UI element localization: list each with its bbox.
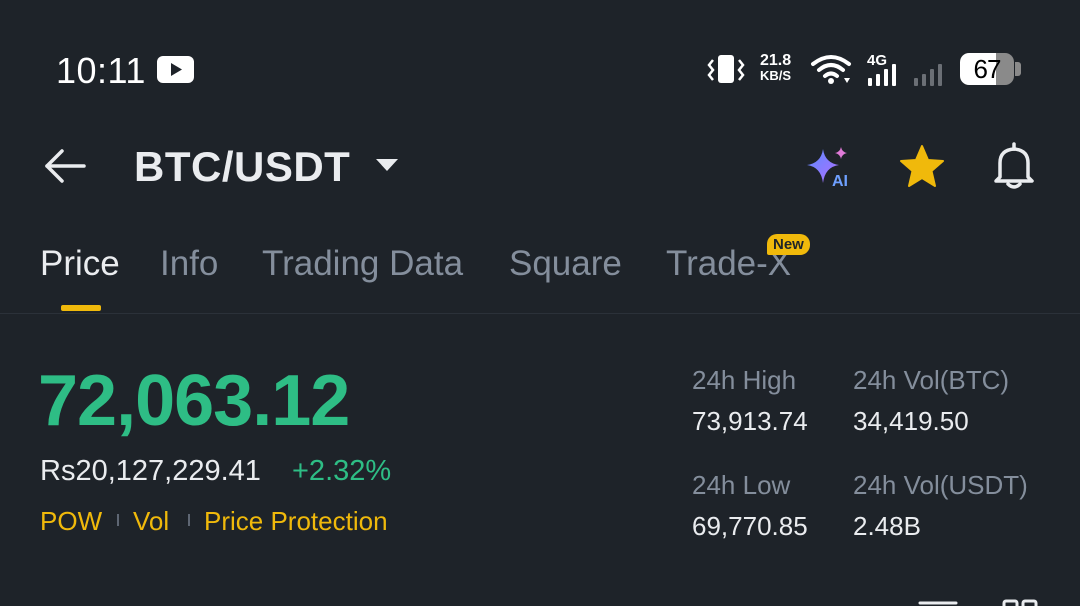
status-time: 10:11 [56, 50, 146, 91]
wifi-icon [811, 55, 851, 84]
tag-pow[interactable]: POW [40, 506, 102, 537]
tag-vol[interactable]: Vol [133, 506, 169, 537]
stat-24h-low-value: 69,770.85 [692, 511, 808, 541]
price-change-percent: +2.32% [292, 455, 392, 487]
back-arrow-icon[interactable] [44, 146, 86, 186]
tag-price-protection[interactable]: Price Protection [204, 506, 388, 537]
pair-title[interactable]: BTC/USDT [134, 143, 350, 191]
stat-24h-high-value: 73,913.74 [692, 406, 808, 436]
stat-24h-high-label: 24h High [692, 365, 797, 395]
tab-square[interactable]: Square [509, 244, 622, 284]
tab-info[interactable]: Info [160, 244, 218, 284]
network-speed-value: 21.8 [760, 52, 792, 69]
caret-down-icon[interactable] [375, 157, 399, 173]
active-tab-indicator [61, 305, 101, 311]
signal-strength-sim2-icon [914, 64, 942, 86]
tabs-divider [0, 313, 1080, 314]
tag-separator [117, 514, 119, 526]
tab-price[interactable]: Price [40, 244, 120, 284]
vibrate-icon [707, 55, 745, 83]
battery-indicator: 67 [960, 53, 1014, 85]
ai-sparkle-icon[interactable]: AI [805, 145, 855, 189]
youtube-icon [157, 56, 194, 83]
stat-24h-low-label: 24h Low [692, 470, 791, 500]
stat-24h-vol-usdt-value: 2.48B [853, 511, 921, 541]
favorite-star-icon[interactable] [898, 143, 946, 191]
signal-strength-icon [868, 64, 896, 86]
bell-icon[interactable] [990, 141, 1038, 191]
network-speed: 21.8 KB/S [760, 52, 792, 84]
chart-settings-icon[interactable] [918, 598, 958, 606]
last-price: 72,063.12 [38, 361, 350, 441]
layout-grid-icon[interactable] [1002, 598, 1038, 606]
battery-nub [1015, 62, 1021, 76]
network-speed-unit: KB/S [760, 68, 792, 83]
stat-24h-vol-btc-label: 24h Vol(BTC) [853, 365, 1010, 395]
fiat-price: Rs20,127,229.41 [40, 455, 261, 487]
battery-percent: 67 [973, 54, 1002, 84]
new-badge: New [767, 234, 810, 255]
tag-separator [188, 514, 190, 526]
stat-24h-vol-usdt-label: 24h Vol(USDT) [853, 470, 1028, 500]
stat-24h-vol-btc-value: 34,419.50 [853, 406, 969, 436]
screen: 10:11 21.8 KB/S 4G 67 BTC/USDT AI Price … [0, 0, 1080, 606]
svg-text:AI: AI [832, 173, 848, 189]
tab-trading-data[interactable]: Trading Data [262, 244, 463, 284]
